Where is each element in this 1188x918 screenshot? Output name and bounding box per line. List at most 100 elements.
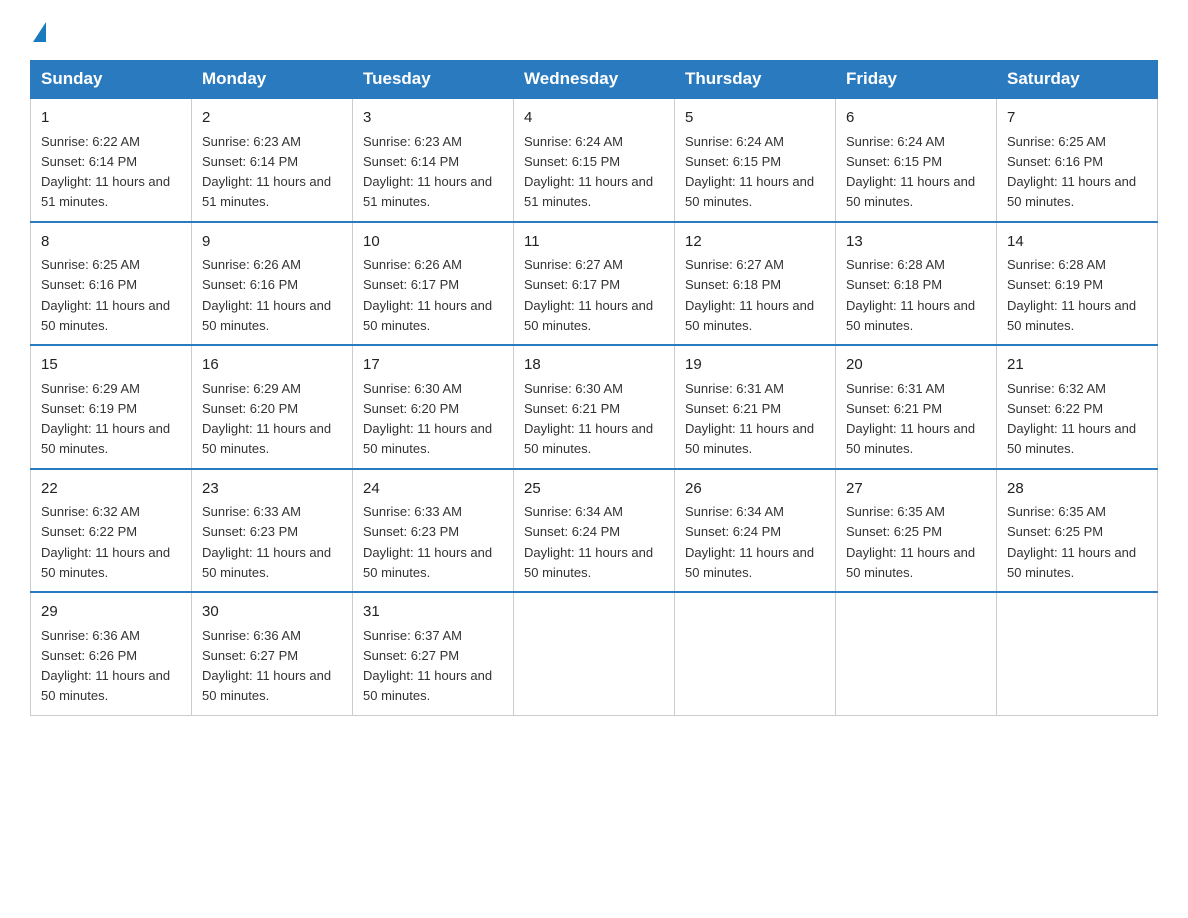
day-number: 27 <box>846 478 986 501</box>
day-info: Sunrise: 6:24 AMSunset: 6:15 PMDaylight:… <box>846 134 975 210</box>
day-info: Sunrise: 6:31 AMSunset: 6:21 PMDaylight:… <box>846 381 975 457</box>
week-row-1: 1 Sunrise: 6:22 AMSunset: 6:14 PMDaylight… <box>31 98 1158 222</box>
calendar-cell: 19Sunrise: 6:31 AMSunset: 6:21 PMDayligh… <box>675 345 836 469</box>
calendar-cell: 10 Sunrise: 6:26 AMSunset: 6:17 PMDayligh… <box>353 222 514 346</box>
calendar-cell: 3 Sunrise: 6:23 AMSunset: 6:14 PMDaylight… <box>353 98 514 222</box>
calendar-cell: 29 Sunrise: 6:36 AMSunset: 6:26 PMDayligh… <box>31 592 192 715</box>
day-number: 6 <box>846 107 986 130</box>
day-info: Sunrise: 6:29 AMSunset: 6:20 PMDaylight:… <box>202 381 331 457</box>
weekday-header-saturday: Saturday <box>997 61 1158 99</box>
day-info: Sunrise: 6:22 AMSunset: 6:14 PMDaylight:… <box>41 134 170 210</box>
day-info: Sunrise: 6:23 AMSunset: 6:14 PMDaylight:… <box>202 134 331 210</box>
day-number: 9 <box>202 231 342 254</box>
day-number: 29 <box>41 601 181 624</box>
day-number: 23 <box>202 478 342 501</box>
day-number: 25 <box>524 478 664 501</box>
page-header <box>30 20 1158 42</box>
day-info: Sunrise: 6:26 AMSunset: 6:17 PMDaylight:… <box>363 257 492 333</box>
day-info: Sunrise: 6:36 AMSunset: 6:26 PMDaylight:… <box>41 628 170 704</box>
day-number: 30 <box>202 601 342 624</box>
week-row-3: 15 Sunrise: 6:29 AMSunset: 6:19 PMDayligh… <box>31 345 1158 469</box>
day-number: 8 <box>41 231 181 254</box>
day-number: 31 <box>363 601 503 624</box>
day-info: Sunrise: 6:33 AMSunset: 6:23 PMDaylight:… <box>202 504 331 580</box>
day-info: Sunrise: 6:30 AMSunset: 6:21 PMDaylight:… <box>524 381 653 457</box>
day-number: 15 <box>41 354 181 377</box>
day-info: Sunrise: 6:24 AMSunset: 6:15 PMDaylight:… <box>524 134 653 210</box>
day-info: Sunrise: 6:27 AMSunset: 6:17 PMDaylight:… <box>524 257 653 333</box>
calendar-cell: 1 Sunrise: 6:22 AMSunset: 6:14 PMDaylight… <box>31 98 192 222</box>
day-number: 1 <box>41 107 181 130</box>
calendar-cell <box>514 592 675 715</box>
weekday-header-wednesday: Wednesday <box>514 61 675 99</box>
calendar-cell: 4 Sunrise: 6:24 AMSunset: 6:15 PMDaylight… <box>514 98 675 222</box>
day-info: Sunrise: 6:35 AMSunset: 6:25 PMDaylight:… <box>846 504 975 580</box>
day-info: Sunrise: 6:27 AMSunset: 6:18 PMDaylight:… <box>685 257 814 333</box>
day-number: 24 <box>363 478 503 501</box>
calendar-cell: 13Sunrise: 6:28 AMSunset: 6:18 PMDayligh… <box>836 222 997 346</box>
calendar-cell: 7Sunrise: 6:25 AMSunset: 6:16 PMDaylight… <box>997 98 1158 222</box>
weekday-header-row: SundayMondayTuesdayWednesdayThursdayFrid… <box>31 61 1158 99</box>
day-info: Sunrise: 6:37 AMSunset: 6:27 PMDaylight:… <box>363 628 492 704</box>
day-info: Sunrise: 6:33 AMSunset: 6:23 PMDaylight:… <box>363 504 492 580</box>
day-info: Sunrise: 6:32 AMSunset: 6:22 PMDaylight:… <box>1007 381 1136 457</box>
day-number: 13 <box>846 231 986 254</box>
day-number: 14 <box>1007 231 1147 254</box>
calendar-cell: 31 Sunrise: 6:37 AMSunset: 6:27 PMDayligh… <box>353 592 514 715</box>
day-number: 5 <box>685 107 825 130</box>
week-row-5: 29 Sunrise: 6:36 AMSunset: 6:26 PMDayligh… <box>31 592 1158 715</box>
weekday-header-tuesday: Tuesday <box>353 61 514 99</box>
calendar-cell: 11Sunrise: 6:27 AMSunset: 6:17 PMDayligh… <box>514 222 675 346</box>
day-number: 28 <box>1007 478 1147 501</box>
day-number: 22 <box>41 478 181 501</box>
day-info: Sunrise: 6:30 AMSunset: 6:20 PMDaylight:… <box>363 381 492 457</box>
calendar-cell: 20 Sunrise: 6:31 AMSunset: 6:21 PMDayligh… <box>836 345 997 469</box>
calendar-cell: 27 Sunrise: 6:35 AMSunset: 6:25 PMDayligh… <box>836 469 997 593</box>
day-number: 26 <box>685 478 825 501</box>
calendar-cell: 26 Sunrise: 6:34 AMSunset: 6:24 PMDayligh… <box>675 469 836 593</box>
logo <box>30 20 46 42</box>
calendar-cell: 12Sunrise: 6:27 AMSunset: 6:18 PMDayligh… <box>675 222 836 346</box>
calendar-cell: 22Sunrise: 6:32 AMSunset: 6:22 PMDayligh… <box>31 469 192 593</box>
calendar-cell: 6 Sunrise: 6:24 AMSunset: 6:15 PMDaylight… <box>836 98 997 222</box>
day-number: 20 <box>846 354 986 377</box>
day-number: 7 <box>1007 107 1147 130</box>
day-info: Sunrise: 6:35 AMSunset: 6:25 PMDaylight:… <box>1007 504 1136 580</box>
calendar-cell: 5 Sunrise: 6:24 AMSunset: 6:15 PMDaylight… <box>675 98 836 222</box>
calendar-cell: 25 Sunrise: 6:34 AMSunset: 6:24 PMDayligh… <box>514 469 675 593</box>
day-info: Sunrise: 6:25 AMSunset: 6:16 PMDaylight:… <box>41 257 170 333</box>
calendar-cell: 18 Sunrise: 6:30 AMSunset: 6:21 PMDayligh… <box>514 345 675 469</box>
day-number: 3 <box>363 107 503 130</box>
day-number: 16 <box>202 354 342 377</box>
day-info: Sunrise: 6:31 AMSunset: 6:21 PMDaylight:… <box>685 381 814 457</box>
day-number: 18 <box>524 354 664 377</box>
day-info: Sunrise: 6:23 AMSunset: 6:14 PMDaylight:… <box>363 134 492 210</box>
weekday-header-friday: Friday <box>836 61 997 99</box>
day-info: Sunrise: 6:34 AMSunset: 6:24 PMDaylight:… <box>524 504 653 580</box>
day-info: Sunrise: 6:26 AMSunset: 6:16 PMDaylight:… <box>202 257 331 333</box>
calendar-cell: 28 Sunrise: 6:35 AMSunset: 6:25 PMDayligh… <box>997 469 1158 593</box>
weekday-header-monday: Monday <box>192 61 353 99</box>
day-number: 21 <box>1007 354 1147 377</box>
calendar-cell: 16 Sunrise: 6:29 AMSunset: 6:20 PMDayligh… <box>192 345 353 469</box>
day-info: Sunrise: 6:24 AMSunset: 6:15 PMDaylight:… <box>685 134 814 210</box>
calendar-cell: 15 Sunrise: 6:29 AMSunset: 6:19 PMDayligh… <box>31 345 192 469</box>
calendar-cell: 24 Sunrise: 6:33 AMSunset: 6:23 PMDayligh… <box>353 469 514 593</box>
calendar-cell <box>836 592 997 715</box>
calendar-cell: 30 Sunrise: 6:36 AMSunset: 6:27 PMDayligh… <box>192 592 353 715</box>
calendar-cell: 17 Sunrise: 6:30 AMSunset: 6:20 PMDayligh… <box>353 345 514 469</box>
day-number: 4 <box>524 107 664 130</box>
day-info: Sunrise: 6:34 AMSunset: 6:24 PMDaylight:… <box>685 504 814 580</box>
day-number: 2 <box>202 107 342 130</box>
weekday-header-thursday: Thursday <box>675 61 836 99</box>
calendar-cell <box>997 592 1158 715</box>
day-info: Sunrise: 6:36 AMSunset: 6:27 PMDaylight:… <box>202 628 331 704</box>
calendar-cell: 8 Sunrise: 6:25 AMSunset: 6:16 PMDaylight… <box>31 222 192 346</box>
calendar-cell: 14Sunrise: 6:28 AMSunset: 6:19 PMDayligh… <box>997 222 1158 346</box>
calendar-cell: 23 Sunrise: 6:33 AMSunset: 6:23 PMDayligh… <box>192 469 353 593</box>
day-number: 17 <box>363 354 503 377</box>
day-number: 10 <box>363 231 503 254</box>
week-row-2: 8 Sunrise: 6:25 AMSunset: 6:16 PMDaylight… <box>31 222 1158 346</box>
logo-triangle-icon <box>33 22 46 42</box>
day-info: Sunrise: 6:29 AMSunset: 6:19 PMDaylight:… <box>41 381 170 457</box>
